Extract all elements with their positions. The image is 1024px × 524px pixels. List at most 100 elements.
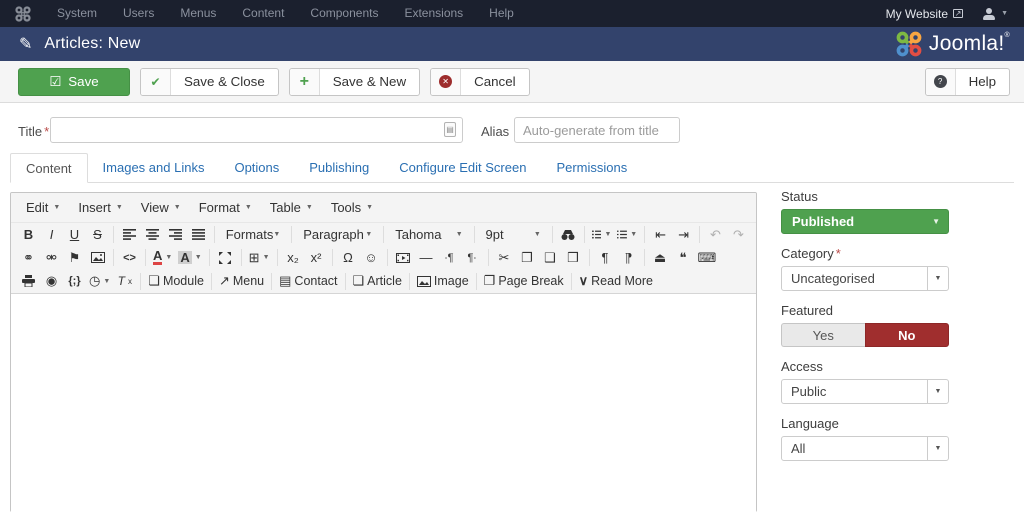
insert-module-button[interactable]: ❏ Module [145,271,207,291]
formats-dropdown[interactable]: Formats ▼ [219,224,288,245]
required-mark: * [44,124,50,139]
divider [208,249,210,266]
insert-link-button[interactable]: ⚭ [17,248,40,268]
paragraph-dropdown[interactable]: Paragraph ▼ [296,224,379,245]
insert-media-button[interactable] [392,248,415,268]
title-field-addon-icon[interactable]: ▤ [444,122,456,137]
tab-images-and-links[interactable]: Images and Links [88,153,220,183]
editor-menu-view[interactable]: View ▼ [132,197,190,218]
horizontal-rule-button[interactable]: — [415,248,438,268]
cut-button[interactable]: ✂ [493,248,516,268]
copy-button[interactable]: ❐ [516,248,539,268]
font-family-dropdown[interactable]: Tahoma ▼ [388,224,469,245]
justify-button[interactable] [187,225,210,245]
tab-configure-edit-screen[interactable]: Configure Edit Screen [384,153,541,183]
outdent-button[interactable]: ⇤ [649,225,672,245]
cancel-button[interactable]: ✕ Cancel [430,67,530,96]
indent-button[interactable]: ⇥ [672,225,695,245]
paste-as-text-button[interactable]: ❒ [562,248,585,268]
anchor-button[interactable]: ⚑ [63,248,86,268]
editor-menu-tools[interactable]: Tools ▼ [322,197,382,218]
user-menu[interactable]: ▼ [983,7,1008,20]
source-code-button[interactable]: {;} [63,271,86,291]
status-select[interactable]: Published ▼ [781,209,949,234]
save-button[interactable]: ☑ Save [18,67,130,96]
help-button[interactable]: ? Help [924,67,1010,96]
save-new-button[interactable]: + Save & New [288,67,421,96]
alias-input[interactable] [514,117,680,143]
menu-item-content[interactable]: Content [229,0,297,27]
numbered-list-button[interactable]: ▼ [614,225,640,245]
read-more-button[interactable]: ∨ Read More [576,271,656,291]
redo-button[interactable]: ↷ [727,225,750,245]
menu-item-menus[interactable]: Menus [167,0,229,27]
insert-image-button[interactable] [86,248,109,268]
save-close-button[interactable]: ✔ Save & Close [140,67,279,96]
menu-item-extensions[interactable]: Extensions [391,0,476,27]
align-right-button[interactable] [164,225,187,245]
table-button[interactable]: ⊞ ▼ [246,248,273,268]
joomla-mark-icon [15,5,31,22]
italic-button[interactable]: I [40,225,63,245]
menu-item-components[interactable]: Components [297,0,391,27]
divider [271,272,273,290]
fullscreen-button[interactable] [214,248,237,268]
insert-datetime-button[interactable]: ◷ ▼ [86,271,113,291]
featured-no-button[interactable]: No [864,323,949,347]
menu-item-help[interactable]: Help [476,0,527,27]
menu-item-system[interactable]: System [44,0,110,27]
site-preview-link[interactable]: My Website ↗ [886,7,964,21]
access-select[interactable]: Public ▼ [781,379,949,404]
ltr-button[interactable]: ¶ [594,248,617,268]
tab-content[interactable]: Content [10,153,88,183]
align-center-button[interactable] [141,225,164,245]
title-input[interactable] [50,117,463,143]
clear-formatting-button[interactable]: Tx [113,271,136,291]
editor-menu-edit[interactable]: Edit ▼ [17,197,69,218]
insert-menu-button[interactable]: ↗ Menu [216,271,267,291]
preview-button[interactable]: ◉ [40,271,63,291]
blockquote-button[interactable]: ❝ [672,248,695,268]
find-replace-button[interactable] [557,225,580,245]
strikethrough-button[interactable]: S [86,225,109,245]
emoticons-button[interactable]: ☺ [360,248,383,268]
align-left-button[interactable] [118,225,141,245]
font-size-dropdown[interactable]: 9pt ▼ [479,224,548,245]
page-break-before-button[interactable]: ¶∙ [461,248,484,268]
menu-item-users[interactable]: Users [110,0,167,27]
editor-menu-insert[interactable]: Insert ▼ [69,197,131,218]
subscript-button[interactable]: x₂ [282,248,305,268]
text-color-button[interactable]: A ▼ [150,248,175,268]
code-sample-button[interactable]: <> [118,248,141,268]
editor-menu-table[interactable]: Table ▼ [261,197,322,218]
category-select[interactable]: Uncategorised ▼ [781,266,949,291]
help-icon-wrap: ? [925,68,956,95]
superscript-button[interactable]: x² [305,248,328,268]
print-button[interactable] [17,271,40,291]
editor-menu-format[interactable]: Format ▼ [190,197,261,218]
template-button[interactable]: ⌨ [695,248,720,268]
rtl-button[interactable]: ¶ [617,248,640,268]
tab-publishing[interactable]: Publishing [294,153,384,183]
featured-yes-button[interactable]: Yes [781,323,865,347]
special-character-button[interactable]: Ω [337,248,360,268]
insert-joomla-image-button[interactable]: Image [414,271,472,291]
language-select[interactable]: All ▼ [781,436,949,461]
insert-article-button[interactable]: ❏ Article [350,271,405,291]
bullet-list-button[interactable]: ▼ [589,225,615,245]
background-color-button[interactable]: A ▼ [175,248,204,268]
insert-page-break-button[interactable]: ❐ Page Break [481,271,567,291]
underline-button[interactable]: U [63,225,86,245]
tab-options[interactable]: Options [219,153,294,183]
bold-button[interactable]: B [17,225,40,245]
paste-button[interactable]: ❑ [539,248,562,268]
tab-permissions[interactable]: Permissions [541,153,642,183]
unlink-button[interactable]: ⚮ [40,248,63,268]
chevron-down-icon: ▼ [932,217,940,226]
editor-canvas[interactable] [11,294,756,524]
admin-topbar: System Users Menus Content Components Ex… [0,0,1024,27]
insert-page-up-button[interactable]: ⏏ [649,248,672,268]
undo-button[interactable]: ↶ [704,225,727,245]
nonbreaking-space-button[interactable]: ∙¶ [438,248,461,268]
insert-contact-button[interactable]: ▤ Contact [276,271,340,291]
